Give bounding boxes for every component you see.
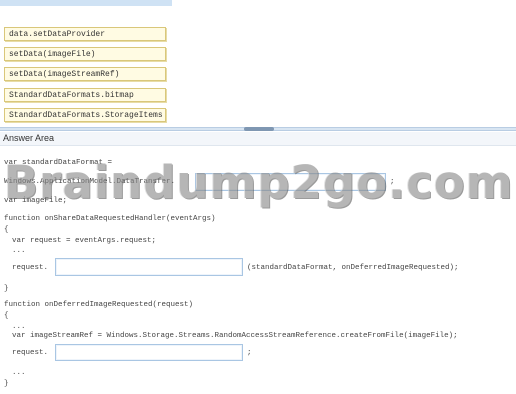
answer-target-setdata-call[interactable] bbox=[55, 344, 243, 361]
code-line-deferred-handler: function onDeferredImageRequested(reques… bbox=[4, 301, 194, 309]
answer-area-title: Answer Area bbox=[3, 133, 55, 143]
code-line-request-prefix-2: request. bbox=[12, 349, 49, 357]
option-standarddataformats-storageitems[interactable]: StandardDataFormats.StorageItems bbox=[4, 108, 166, 122]
braindump2go-watermark: Braindump2go.com bbox=[4, 156, 514, 209]
code-line-request-args: (standardDataFormat, onDeferredImageRequ… bbox=[247, 264, 459, 272]
code-line-close-brace-1: } bbox=[4, 285, 9, 293]
divider-grip-handle[interactable] bbox=[244, 127, 274, 131]
code-line-close-brace-2: } bbox=[4, 380, 9, 388]
option-data-setdataprovider[interactable]: data.setDataProvider bbox=[4, 27, 166, 41]
code-line-ellipsis-1: ... bbox=[12, 247, 26, 255]
code-line-open-brace-2: { bbox=[4, 312, 9, 320]
code-line-share-handler: function onShareDataRequestedHandler(eve… bbox=[4, 215, 216, 223]
code-line-semicolon: ; bbox=[247, 349, 252, 357]
answer-area-header: Answer Area bbox=[0, 132, 516, 146]
code-line-ellipsis-3: ... bbox=[12, 369, 26, 377]
drag-options-panel: data.setDataProvider setData(imageFile) … bbox=[0, 8, 172, 125]
option-standarddataformats-bitmap[interactable]: StandardDataFormats.bitmap bbox=[4, 88, 166, 102]
code-line-imagestreamref: var imageStreamRef = Windows.Storage.Str… bbox=[12, 332, 458, 340]
code-line-open-brace-1: { bbox=[4, 226, 9, 234]
code-line-request-prefix-1: request. bbox=[12, 264, 49, 272]
code-line-request-assign: var request = eventArgs.request; bbox=[12, 237, 157, 245]
answer-target-request-method[interactable] bbox=[55, 258, 243, 276]
option-setdata-imagefile[interactable]: setData(imageFile) bbox=[4, 47, 166, 61]
option-setdata-imagestreamref[interactable]: setData(imageStreamRef) bbox=[4, 67, 166, 81]
top-highlight-band bbox=[0, 0, 172, 6]
